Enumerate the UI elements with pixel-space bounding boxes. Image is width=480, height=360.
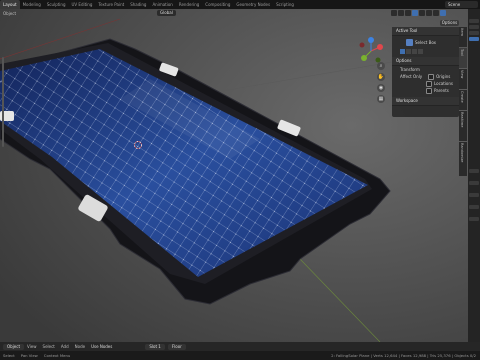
scene-selector[interactable]: Scene bbox=[445, 1, 478, 8]
parents-label: Parents bbox=[434, 88, 449, 93]
menu-add[interactable]: Add bbox=[58, 344, 72, 349]
properties-row[interactable] bbox=[469, 181, 479, 185]
locations-row[interactable]: Locations bbox=[392, 80, 459, 87]
select-mode-invert-icon[interactable] bbox=[418, 49, 423, 54]
topbar: Layout Modeling Sculpting UV Editing Tex… bbox=[0, 0, 480, 9]
options-button[interactable]: Options bbox=[440, 20, 459, 26]
outliner-panel[interactable] bbox=[468, 9, 480, 342]
cursor-icon bbox=[406, 38, 413, 46]
tab-item-label: Item bbox=[460, 28, 464, 36]
select-box-label: Select Box bbox=[415, 39, 437, 45]
outliner-row[interactable] bbox=[469, 31, 479, 35]
tab-realtime[interactable]: Realtime bbox=[459, 111, 467, 141]
properties-row[interactable] bbox=[469, 193, 479, 197]
properties-row[interactable] bbox=[469, 169, 479, 173]
menu-node[interactable]: Node bbox=[72, 344, 88, 349]
tab-item[interactable]: Item bbox=[459, 27, 467, 47]
hand-icon[interactable]: ✋ bbox=[377, 73, 385, 81]
properties-row[interactable] bbox=[469, 217, 479, 221]
transform-subheader[interactable]: Transform bbox=[392, 66, 459, 73]
tab-tool[interactable]: Tool bbox=[459, 48, 467, 68]
tab-tool-label: Tool bbox=[460, 49, 464, 56]
sidebar-panel: Active Tool Select Box Options Transform… bbox=[392, 27, 459, 117]
status-bar: Select Pan View Context Menu 2: FallingS… bbox=[0, 351, 480, 360]
toolbar-scrollbar[interactable] bbox=[2, 57, 4, 147]
select-mode-subtract-icon[interactable] bbox=[412, 49, 417, 54]
select-mode-extend-icon[interactable] bbox=[406, 49, 411, 54]
tool-options-icons bbox=[392, 48, 459, 55]
shading-material-icon[interactable] bbox=[433, 10, 439, 16]
sidebar-tabs: Item Tool View Create Realtime Randomize bbox=[459, 27, 467, 197]
mode-dropdown[interactable]: Object bbox=[3, 343, 25, 350]
outliner-row[interactable] bbox=[469, 25, 479, 29]
object-mode-label[interactable]: Object bbox=[0, 11, 19, 16]
header-toolbar bbox=[391, 10, 446, 16]
tab-randomize-label: Randomize bbox=[460, 143, 464, 163]
tab-view-label: View bbox=[460, 70, 464, 79]
affect-only-label: Affect Only bbox=[400, 74, 423, 79]
slot-dropdown[interactable]: Slot 1 bbox=[145, 343, 165, 350]
scene-statistics: 2: FallingSolar Plane | Verts 12,644 | F… bbox=[331, 353, 476, 358]
workspace-tab-shading[interactable]: Shading bbox=[127, 0, 149, 9]
tab-create-label: Create bbox=[460, 91, 464, 103]
status-context-menu: Context Menu bbox=[43, 353, 71, 358]
workspace-tab-rendering[interactable]: Rendering bbox=[176, 0, 202, 9]
shading-solid-icon[interactable] bbox=[426, 10, 432, 16]
workspace-tab-sculpting[interactable]: Sculpting bbox=[44, 0, 69, 9]
options-header[interactable]: Options bbox=[392, 57, 459, 66]
material-dropdown[interactable]: Floor bbox=[167, 343, 186, 350]
workspace-tab-compositing[interactable]: Compositing bbox=[202, 0, 233, 9]
origins-checkbox[interactable] bbox=[428, 73, 435, 80]
workspace-tab-scripting[interactable]: Scripting bbox=[273, 0, 297, 9]
tab-view[interactable]: View bbox=[459, 69, 467, 89]
select-mode-new-icon[interactable] bbox=[400, 49, 405, 54]
parents-checkbox[interactable] bbox=[426, 87, 432, 94]
workspace-tab-geometry-nodes[interactable]: Geometry Nodes bbox=[233, 0, 273, 9]
use-nodes-toggle[interactable]: Use Nodes bbox=[88, 344, 115, 349]
overlay-toggle-icon[interactable] bbox=[405, 10, 411, 16]
active-tool-header[interactable]: Active Tool bbox=[392, 27, 459, 36]
shading-wire-icon[interactable] bbox=[419, 10, 425, 16]
tab-realtime-label: Realtime bbox=[460, 112, 464, 128]
status-select: Select bbox=[3, 353, 15, 358]
workspace-tab-layout[interactable]: Layout bbox=[0, 0, 20, 9]
workspace-header[interactable]: Workspace bbox=[392, 97, 459, 106]
workspace-tab-texture-paint[interactable]: Texture Paint bbox=[95, 0, 127, 9]
shading-rendered-icon[interactable] bbox=[440, 10, 446, 16]
editor-header: Object View Select Add Node Use Nodes Sl… bbox=[0, 342, 480, 351]
status-pan-view: Pan View bbox=[20, 353, 38, 358]
menu-view[interactable]: View bbox=[24, 344, 40, 349]
workspace-tab-modeling[interactable]: Modeling bbox=[20, 0, 44, 9]
visibility-icon[interactable] bbox=[391, 10, 397, 16]
menu-select[interactable]: Select bbox=[40, 344, 58, 349]
outliner-row-selected[interactable] bbox=[469, 37, 479, 41]
camera-icon[interactable]: ◉ bbox=[377, 84, 385, 92]
properties-row[interactable] bbox=[469, 205, 479, 209]
transform-label: Transform bbox=[400, 67, 420, 72]
workspace-tab-uv-editing[interactable]: UV Editing bbox=[69, 0, 96, 9]
transform-orientation-dropdown[interactable]: Global bbox=[157, 10, 176, 16]
parents-row[interactable]: Parents bbox=[392, 87, 459, 94]
origins-row[interactable]: Affect Only Origins bbox=[392, 73, 459, 80]
zoom-icon[interactable]: ⌕ bbox=[377, 62, 385, 70]
gizmo-toggle-icon[interactable] bbox=[398, 10, 404, 16]
locations-label: Locations bbox=[434, 81, 454, 86]
select-box-row[interactable]: Select Box bbox=[392, 36, 459, 48]
outliner-row[interactable] bbox=[469, 19, 479, 23]
tab-create[interactable]: Create bbox=[459, 90, 467, 110]
workspace-tab-animation[interactable]: Animation bbox=[149, 0, 175, 9]
origins-label: Origins bbox=[436, 74, 451, 79]
locations-checkbox[interactable] bbox=[426, 80, 432, 87]
xray-toggle-icon[interactable] bbox=[412, 10, 418, 16]
viewport-header: Object Global bbox=[0, 9, 468, 17]
grid-icon[interactable]: ▦ bbox=[377, 95, 385, 103]
tab-randomize[interactable]: Randomize bbox=[459, 142, 467, 176]
